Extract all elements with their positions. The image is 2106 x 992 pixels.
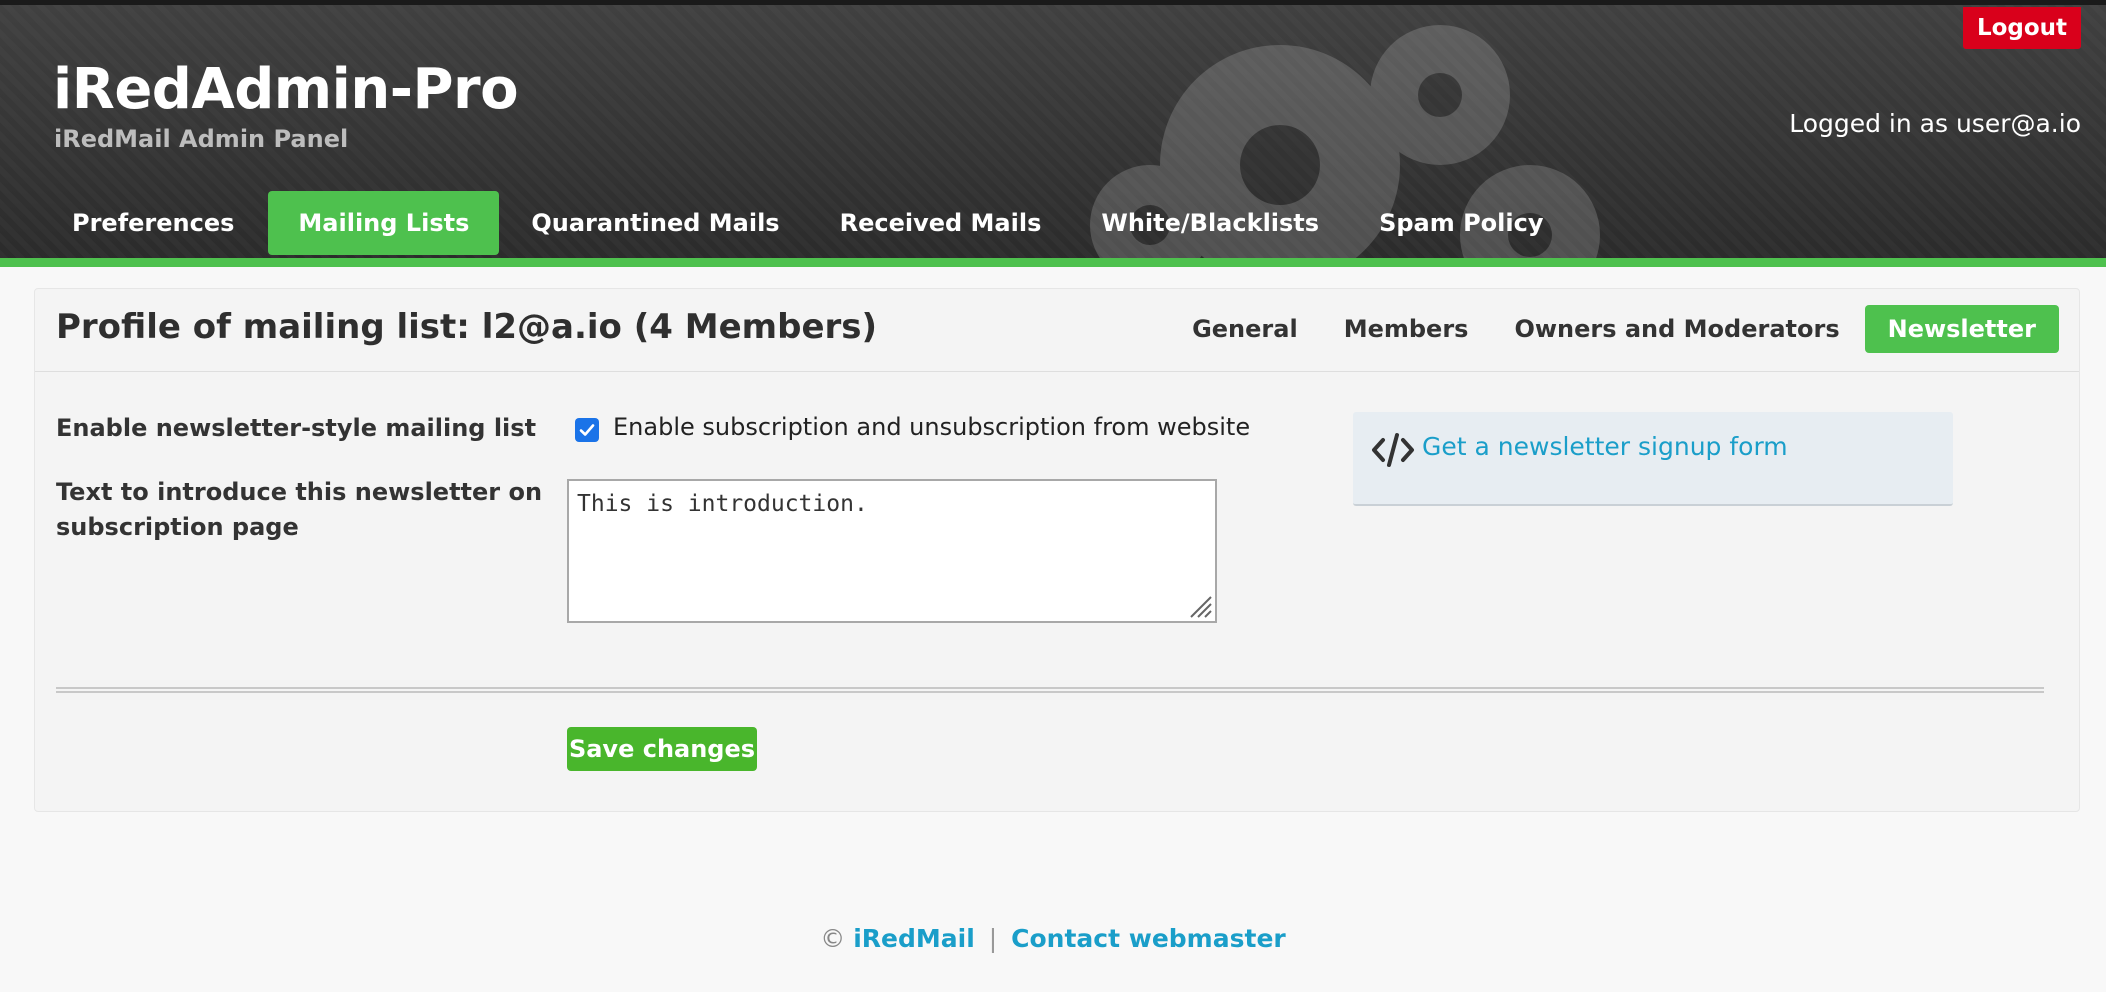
nav-item-received-mails[interactable]: Received Mails [810, 191, 1072, 255]
logout-button[interactable]: Logout [1963, 7, 2081, 49]
page-title: Profile of mailing list: l2@a.io (4 Memb… [56, 307, 878, 347]
intro-text-label-line2: subscription page [56, 513, 299, 541]
copyright-symbol: © [820, 924, 846, 953]
newsletter-signup-link[interactable]: Get a newsletter signup form [1422, 432, 1788, 461]
signup-form-box: Get a newsletter signup form [1353, 412, 1953, 506]
tab-newsletter[interactable]: Newsletter [1864, 305, 2059, 353]
profile-panel: Profile of mailing list: l2@a.io (4 Memb… [34, 288, 2080, 812]
checkmark-icon [579, 424, 595, 436]
footer: © iRedMail | Contact webmaster [0, 924, 2106, 953]
enable-subscription-checkbox[interactable] [575, 418, 599, 442]
footer-separator: | [988, 924, 998, 953]
tab-members[interactable]: Members [1321, 305, 1492, 353]
save-button[interactable]: Save changes [567, 727, 757, 771]
logged-in-status: Logged in as user@a.io [1789, 109, 2081, 138]
iredmail-link[interactable]: iRedMail [853, 924, 975, 953]
main-nav: Preferences Mailing Lists Quarantined Ma… [42, 191, 1574, 255]
tab-general[interactable]: General [1169, 305, 1321, 353]
app-subtitle: iRedMail Admin Panel [54, 125, 349, 153]
intro-textarea[interactable]: This is introduction. [567, 479, 1217, 623]
header: iRedAdmin-Pro iRedMail Admin Panel Logou… [0, 0, 2106, 258]
panel-header: Profile of mailing list: l2@a.io (4 Memb… [35, 289, 2079, 372]
nav-item-quarantined-mails[interactable]: Quarantined Mails [501, 191, 809, 255]
tab-owners-moderators[interactable]: Owners and Moderators [1491, 305, 1862, 353]
code-icon [1372, 433, 1414, 467]
profile-tabs: General Members Owners and Moderators Ne… [1169, 305, 2059, 353]
nav-item-mailing-lists[interactable]: Mailing Lists [268, 191, 500, 255]
form-divider [56, 687, 2044, 693]
intro-text-label: Text to introduce this newsletter on sub… [56, 475, 542, 545]
enable-subscription-label: Enable subscription and unsubscription f… [613, 413, 1251, 441]
enable-newsletter-label: Enable newsletter-style mailing list [56, 414, 537, 442]
nav-item-preferences[interactable]: Preferences [42, 191, 264, 255]
app-title: iRedAdmin-Pro [53, 57, 519, 122]
nav-item-white-blacklists[interactable]: White/Blacklists [1071, 191, 1349, 255]
header-accent-bar [0, 258, 2106, 267]
nav-item-spam-policy[interactable]: Spam Policy [1349, 191, 1573, 255]
resize-grip-icon[interactable] [1185, 591, 1213, 619]
contact-webmaster-link[interactable]: Contact webmaster [1011, 924, 1286, 953]
intro-text-label-line1: Text to introduce this newsletter on [56, 478, 543, 506]
